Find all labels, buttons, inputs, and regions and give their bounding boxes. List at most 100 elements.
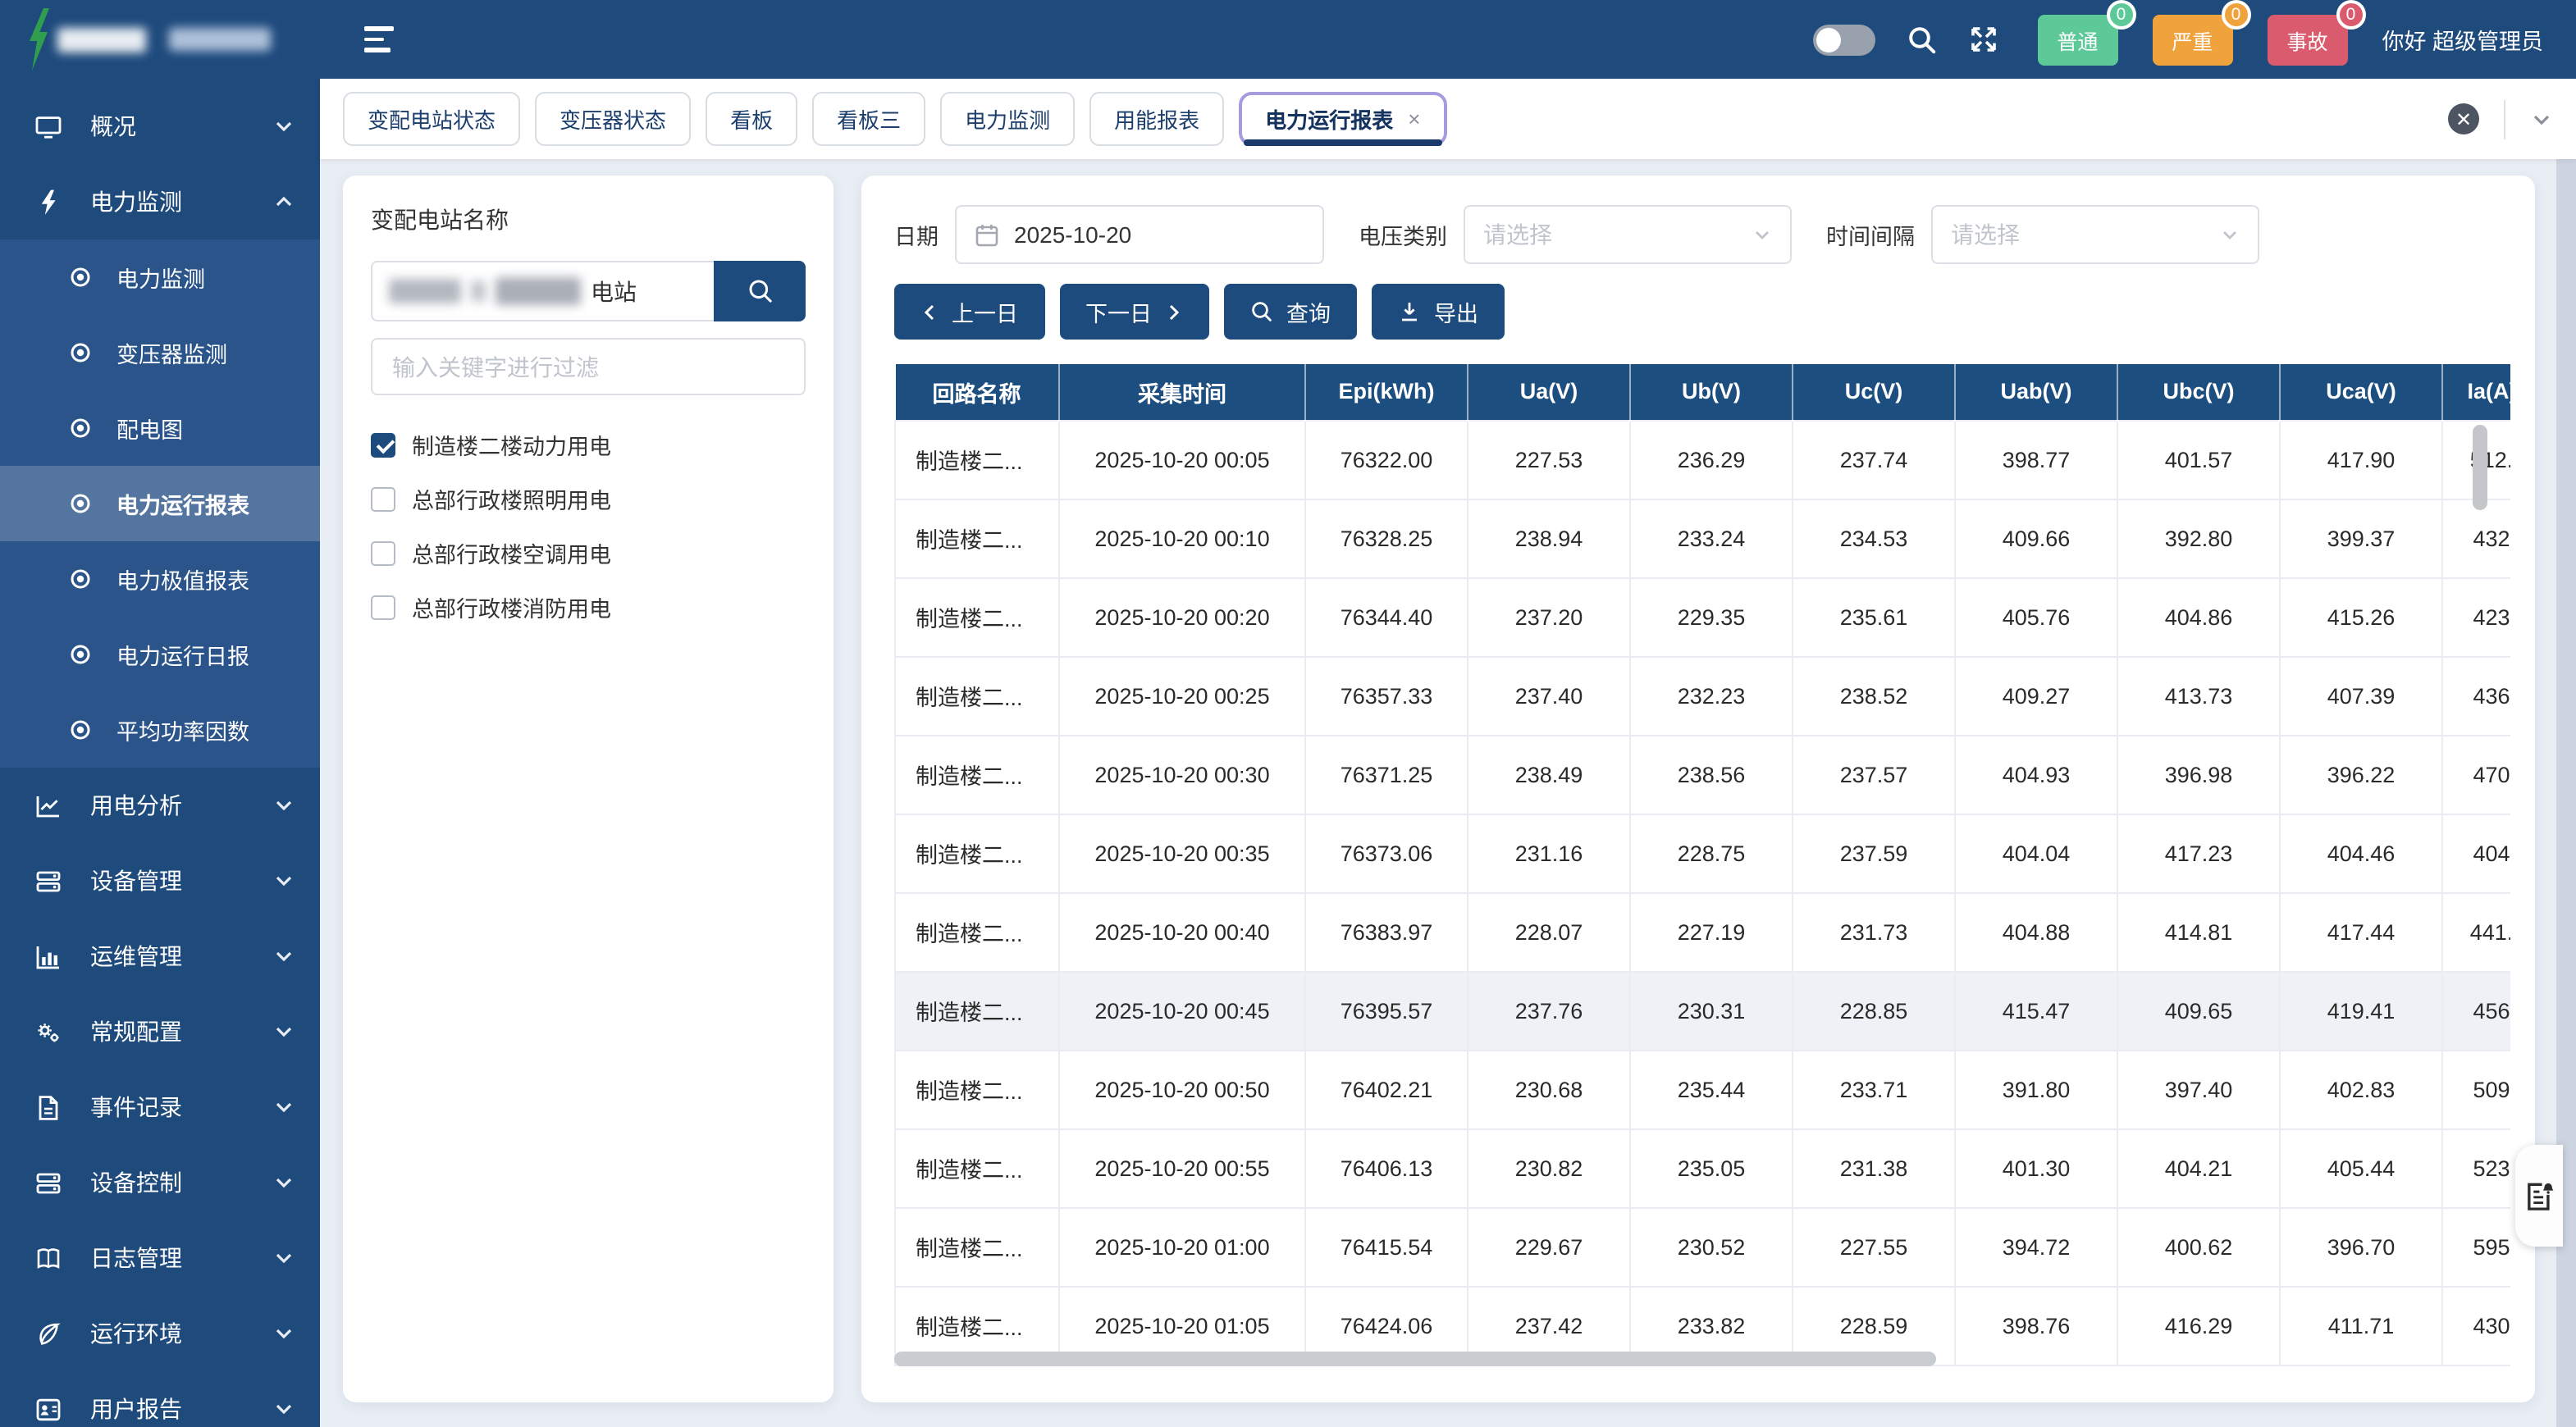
alarm-badge[interactable]: 普通 0 bbox=[2037, 14, 2117, 65]
checkbox-icon[interactable] bbox=[371, 540, 395, 565]
date-picker[interactable]: 2025-10-20 bbox=[955, 205, 1324, 264]
table-row[interactable]: 制造楼二... 2025-10-20 00:25 76357.33 237.40… bbox=[895, 656, 2510, 735]
sidebar-item[interactable]: 设备管理 bbox=[0, 843, 320, 919]
sidebar-subitem[interactable]: 平均功率因数 bbox=[0, 692, 320, 768]
sidebar-item[interactable]: 运维管理 bbox=[0, 919, 320, 994]
sidebar-item[interactable]: 用户报告 bbox=[0, 1371, 320, 1427]
tab[interactable]: 电力监测 bbox=[940, 92, 1075, 146]
station-name-suffix: 电站 bbox=[591, 275, 637, 308]
keyword-filter-input[interactable] bbox=[371, 338, 806, 395]
checkbox-icon[interactable] bbox=[371, 486, 395, 511]
cell-uca: 407.39 bbox=[2280, 656, 2442, 735]
cell-uca: 396.70 bbox=[2280, 1207, 2442, 1286]
tab[interactable]: 电力运行报表 × bbox=[1239, 92, 1446, 146]
voltage-type-placeholder: 请选择 bbox=[1483, 218, 1552, 251]
tab[interactable]: 看板 bbox=[706, 92, 797, 146]
sidebar-item[interactable]: 运行环境 bbox=[0, 1296, 320, 1371]
next-day-button[interactable]: 下一日 bbox=[1059, 284, 1209, 340]
sidebar-item[interactable]: 常规配置 bbox=[0, 994, 320, 1069]
station-checkbox-row[interactable]: 制造楼二楼动力用电 bbox=[371, 428, 806, 461]
tab[interactable]: 变压器状态 bbox=[535, 92, 691, 146]
station-panel: 变配电站名称 电站 bbox=[343, 176, 834, 1402]
sidebar-item-label: 运维管理 bbox=[90, 940, 274, 973]
checkbox-icon[interactable] bbox=[371, 432, 395, 457]
cell-ubc: 400.62 bbox=[2117, 1207, 2280, 1286]
table-row[interactable]: 制造楼二... 2025-10-20 00:35 76373.06 231.16… bbox=[895, 814, 2510, 892]
table-row[interactable]: 制造楼二... 2025-10-20 00:10 76328.25 238.94… bbox=[895, 499, 2510, 577]
table-row[interactable]: 制造楼二... 2025-10-20 00:05 76322.00 227.53… bbox=[895, 420, 2510, 499]
sidebar-subitem[interactable]: 电力极值报表 bbox=[0, 541, 320, 617]
close-all-tabs-icon[interactable]: ✕ bbox=[2448, 103, 2479, 134]
query-button[interactable]: 查询 bbox=[1224, 284, 1357, 340]
cell-uc: 233.71 bbox=[1793, 1050, 1955, 1128]
table-horizontal-scrollbar[interactable] bbox=[894, 1352, 1936, 1366]
sidebar-collapse-button[interactable] bbox=[364, 26, 394, 52]
tab-close-icon[interactable]: × bbox=[1408, 107, 1420, 131]
sidebar-item[interactable]: 概况 bbox=[0, 89, 320, 164]
sidebar-item-icon bbox=[34, 1395, 62, 1423]
tab[interactable]: 看板三 bbox=[812, 92, 925, 146]
fullscreen-icon[interactable] bbox=[1968, 24, 1999, 55]
theme-toggle-switch[interactable] bbox=[1812, 24, 1875, 55]
tab[interactable]: 变配电站状态 bbox=[343, 92, 520, 146]
alarm-badge[interactable]: 事故 0 bbox=[2267, 14, 2347, 65]
sidebar-item-label: 设备管理 bbox=[90, 864, 274, 897]
table-row[interactable]: 制造楼二... 2025-10-20 00:40 76383.97 228.07… bbox=[895, 892, 2510, 971]
cell-uc: 227.55 bbox=[1793, 1207, 1955, 1286]
sidebar-item[interactable]: 日志管理 bbox=[0, 1220, 320, 1296]
brand-text-redacted bbox=[57, 27, 146, 52]
sidebar-item-label: 常规配置 bbox=[90, 1015, 274, 1048]
cell-uab: 398.77 bbox=[1955, 420, 2117, 499]
interval-select[interactable]: 请选择 bbox=[1931, 205, 2259, 264]
station-checkbox-row[interactable]: 总部行政楼空调用电 bbox=[371, 536, 806, 569]
prev-day-button[interactable]: 上一日 bbox=[894, 284, 1044, 340]
sidebar-item[interactable]: 设备控制 bbox=[0, 1145, 320, 1220]
alarm-badge[interactable]: 严重 0 bbox=[2152, 14, 2232, 65]
cell-ua: 238.49 bbox=[1468, 735, 1630, 814]
sidebar-item[interactable]: 事件记录 bbox=[0, 1069, 320, 1145]
cell-ua: 228.07 bbox=[1468, 892, 1630, 971]
alarm-log-float-button[interactable] bbox=[2515, 1145, 2563, 1247]
sidebar-subitem[interactable]: 配电图 bbox=[0, 390, 320, 466]
table-row[interactable]: 制造楼二... 2025-10-20 00:50 76402.21 230.68… bbox=[895, 1050, 2510, 1128]
table-row[interactable]: 制造楼二... 2025-10-20 00:20 76344.40 237.20… bbox=[895, 577, 2510, 656]
cell-epi: 76383.97 bbox=[1305, 892, 1468, 971]
voltage-type-select[interactable]: 请选择 bbox=[1464, 205, 1792, 264]
station-checkbox-row[interactable]: 总部行政楼消防用电 bbox=[371, 590, 806, 623]
cell-ubc: 396.98 bbox=[2117, 735, 2280, 814]
sidebar-item-label: 用电分析 bbox=[90, 789, 274, 822]
sidebar-subitem[interactable]: 变压器监测 bbox=[0, 315, 320, 390]
global-search-icon[interactable] bbox=[1906, 24, 1937, 55]
cell-collect-time: 2025-10-20 00:10 bbox=[1059, 499, 1305, 577]
sidebar-subitem-label: 平均功率因数 bbox=[116, 714, 249, 746]
cell-uc: 237.59 bbox=[1793, 814, 1955, 892]
table-row[interactable]: 制造楼二... 2025-10-20 00:45 76395.57 237.76… bbox=[895, 971, 2510, 1050]
download-icon bbox=[1398, 300, 1421, 323]
alarm-badge-label: 严重 bbox=[2172, 30, 2213, 53]
chevron-down-icon bbox=[274, 796, 294, 815]
cell-ub: 236.29 bbox=[1630, 420, 1793, 499]
radio-dot-icon bbox=[69, 417, 92, 440]
table-row[interactable]: 制造楼二... 2025-10-20 01:00 76415.54 229.67… bbox=[895, 1207, 2510, 1286]
tab-label: 电力运行报表 bbox=[1265, 103, 1393, 134]
table-row[interactable]: 制造楼二... 2025-10-20 00:30 76371.25 238.49… bbox=[895, 735, 2510, 814]
chevron-right-icon bbox=[1165, 303, 1183, 321]
table-row[interactable]: 制造楼二... 2025-10-20 00:55 76406.13 230.82… bbox=[895, 1128, 2510, 1207]
station-checkbox-row[interactable]: 总部行政楼照明用电 bbox=[371, 482, 806, 515]
tab-menu-chevron-icon[interactable] bbox=[2530, 107, 2553, 130]
sidebar-item-label: 日志管理 bbox=[90, 1242, 274, 1274]
checkbox-icon[interactable] bbox=[371, 595, 395, 619]
station-name-redacted bbox=[471, 280, 486, 302]
sidebar-subitem[interactable]: 电力运行日报 bbox=[0, 617, 320, 692]
export-button[interactable]: 导出 bbox=[1372, 284, 1505, 340]
cell-uab: 409.27 bbox=[1955, 656, 2117, 735]
station-name-input[interactable]: 电站 bbox=[371, 261, 714, 321]
station-search-button[interactable] bbox=[714, 261, 806, 321]
table-vertical-scrollbar[interactable] bbox=[2473, 425, 2487, 510]
sidebar-item[interactable]: 用电分析 bbox=[0, 768, 320, 843]
sidebar-subitem[interactable]: 电力运行报表 bbox=[0, 466, 320, 541]
sidebar-subitem[interactable]: 电力监测 bbox=[0, 239, 320, 315]
cell-uc: 235.61 bbox=[1793, 577, 1955, 656]
tab[interactable]: 用能报表 bbox=[1089, 92, 1224, 146]
sidebar-item[interactable]: 电力监测 bbox=[0, 164, 320, 239]
